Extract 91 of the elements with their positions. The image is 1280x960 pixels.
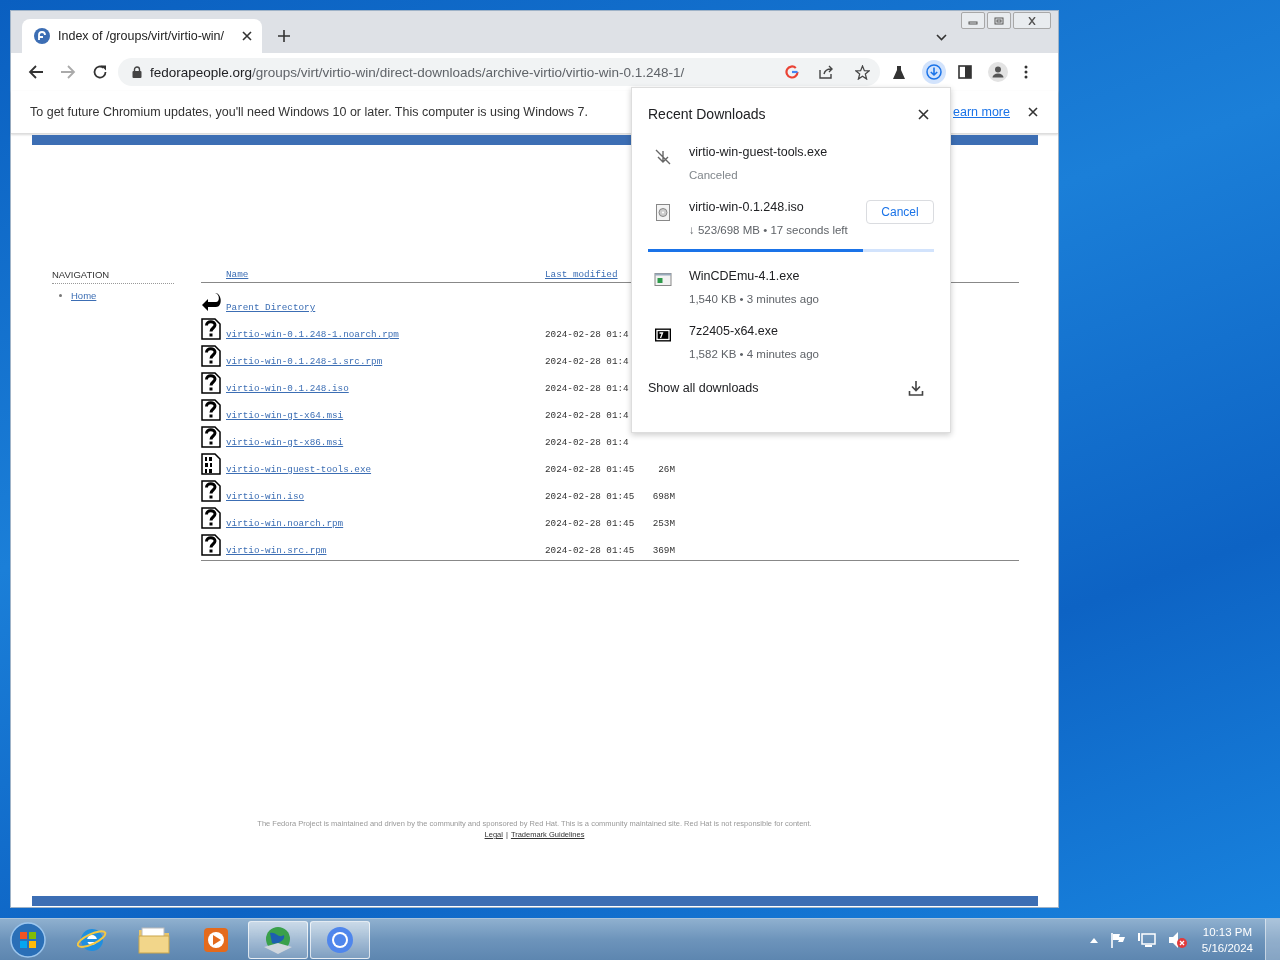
modified-column-header[interactable]: Last modified <box>545 269 618 281</box>
chromium-icon <box>325 924 355 955</box>
file-link[interactable]: virtio-win.iso <box>226 491 305 503</box>
cancel-button[interactable]: Cancel <box>866 200 934 224</box>
file-link[interactable]: virtio-win.noarch.rpm <box>226 518 344 530</box>
flag-icon[interactable] <box>1109 931 1126 948</box>
close-button[interactable] <box>1013 12 1051 29</box>
unknown-file-icon <box>201 345 221 367</box>
chevron-down-icon[interactable] <box>936 34 947 41</box>
modified-date: 2024-02-28 01:4 <box>545 437 629 449</box>
new-tab-icon[interactable] <box>278 30 290 42</box>
bullet-icon <box>59 294 62 297</box>
panel-title: Recent Downloads <box>648 106 766 122</box>
address-bar[interactable]: fedorapeople.org/groups/virt/virtio-win/direct-downloads/archive-virtio/virtio-win-0.1.248-1/ <box>118 58 880 86</box>
download-status: Canceled <box>689 168 739 183</box>
navigation-heading: NAVIGATION <box>52 269 174 284</box>
taskbar-button[interactable] <box>310 920 370 959</box>
download-status: 1,582 KB • 4 minutes ago <box>689 347 820 362</box>
side-panel-icon[interactable] <box>958 65 972 79</box>
modified-date: 2024-02-28 01:4 <box>545 410 629 422</box>
modified-date: 2024-02-28 01:45 <box>545 518 635 530</box>
reload-icon[interactable] <box>92 64 108 80</box>
close-icon[interactable] <box>918 108 929 120</box>
download-button[interactable] <box>922 60 946 84</box>
close-icon <box>1027 16 1037 25</box>
clock-time: 10:13 PM <box>1202 924 1253 940</box>
download-filename[interactable]: virtio-win-0.1.248.iso <box>689 199 866 215</box>
file-link[interactable]: virtio-win-0.1.248.iso <box>226 383 349 395</box>
start-orb-icon[interactable] <box>10 921 46 958</box>
download-filename[interactable]: WinCDEmu-4.1.exe <box>689 268 934 284</box>
flask-icon[interactable] <box>892 64 906 80</box>
unknown-file-icon <box>201 399 221 421</box>
program-file-icon <box>653 273 673 286</box>
modified-date: 2024-02-28 01:4 <box>545 329 629 341</box>
unknown-file-icon <box>201 372 221 394</box>
show-all-downloads-link[interactable]: Show all downloads <box>648 381 759 395</box>
home-link[interactable]: Home <box>71 290 97 301</box>
back-icon[interactable] <box>28 64 44 80</box>
network-icon[interactable] <box>1137 931 1156 948</box>
infobar-message: To get future Chromium updates, you'll need Windows 10 or later. This computer is using Windows 7. <box>30 105 588 119</box>
share-icon[interactable] <box>819 65 835 79</box>
file-link[interactable]: virtio-win-0.1.248-1.src.rpm <box>226 356 383 368</box>
modified-date: 2024-02-28 01:4 <box>545 356 629 368</box>
binary-file-icon <box>201 453 221 475</box>
name-column-header[interactable]: Name <box>226 269 249 281</box>
modified-date: 2024-02-28 01:4 <box>545 383 629 395</box>
profile-icon[interactable] <box>988 62 1008 82</box>
modified-date: 2024-02-28 01:45 <box>545 464 635 476</box>
media-player-icon <box>202 925 230 954</box>
globe-icon <box>262 924 294 955</box>
unknown-file-icon <box>201 507 221 529</box>
disc-file-icon <box>653 204 673 221</box>
unknown-file-icon <box>201 318 221 340</box>
google-g-icon[interactable] <box>785 65 799 79</box>
folder-icon <box>138 925 170 954</box>
download-status: 1,540 KB • 3 minutes ago <box>689 292 820 307</box>
taskbar-button[interactable] <box>248 920 308 959</box>
back-arrow-icon <box>201 291 223 313</box>
download-filename[interactable]: 7z2405-x64.exe <box>689 323 934 339</box>
file-link[interactable]: Parent Directory <box>226 302 316 314</box>
close-icon[interactable] <box>1028 107 1038 117</box>
file-size: 698M <box>652 491 675 503</box>
file-link[interactable]: virtio-win-guest-tools.exe <box>226 464 372 476</box>
clock-date: 5/16/2024 <box>1201 940 1253 956</box>
cancelled-download-icon <box>653 149 673 165</box>
muted-speaker-icon[interactable] <box>1167 930 1188 949</box>
file-link[interactable]: virtio-win.src.rpm <box>226 545 327 557</box>
menu-icon[interactable] <box>1024 65 1028 79</box>
close-icon[interactable] <box>242 31 252 41</box>
file-link[interactable]: virtio-win-0.1.248-1.noarch.rpm <box>226 329 399 341</box>
unknown-file-icon <box>201 480 221 502</box>
unknown-file-icon <box>201 426 221 448</box>
restore-icon <box>994 16 1004 25</box>
star-icon[interactable] <box>855 64 870 80</box>
file-size: 369M <box>652 545 675 557</box>
file-size: 253M <box>652 518 675 530</box>
lock-icon <box>132 66 142 78</box>
unknown-file-icon <box>201 534 221 556</box>
archive-file-icon <box>653 328 673 342</box>
show-hidden-icons-icon[interactable] <box>1089 936 1098 943</box>
modified-date: 2024-02-28 01:45 <box>545 545 635 557</box>
download-filename[interactable]: virtio-win-guest-tools.exe <box>689 144 934 160</box>
download-status: ↓ 523/698 MB • 17 seconds left <box>689 223 849 238</box>
browser-tab[interactable]: Index of /groups/virt/virtio-win/ <box>22 19 262 53</box>
file-link[interactable]: virtio-win-gt-x86.msi <box>226 437 344 449</box>
file-link[interactable]: virtio-win-gt-x64.msi <box>226 410 344 422</box>
learn-more-link[interactable]: earn more <box>953 105 1010 119</box>
file-size: 26M <box>658 464 675 476</box>
modified-date: 2024-02-28 01:45 <box>545 491 635 503</box>
download-icon[interactable] <box>908 380 924 396</box>
fedora-logo-icon <box>34 28 50 44</box>
